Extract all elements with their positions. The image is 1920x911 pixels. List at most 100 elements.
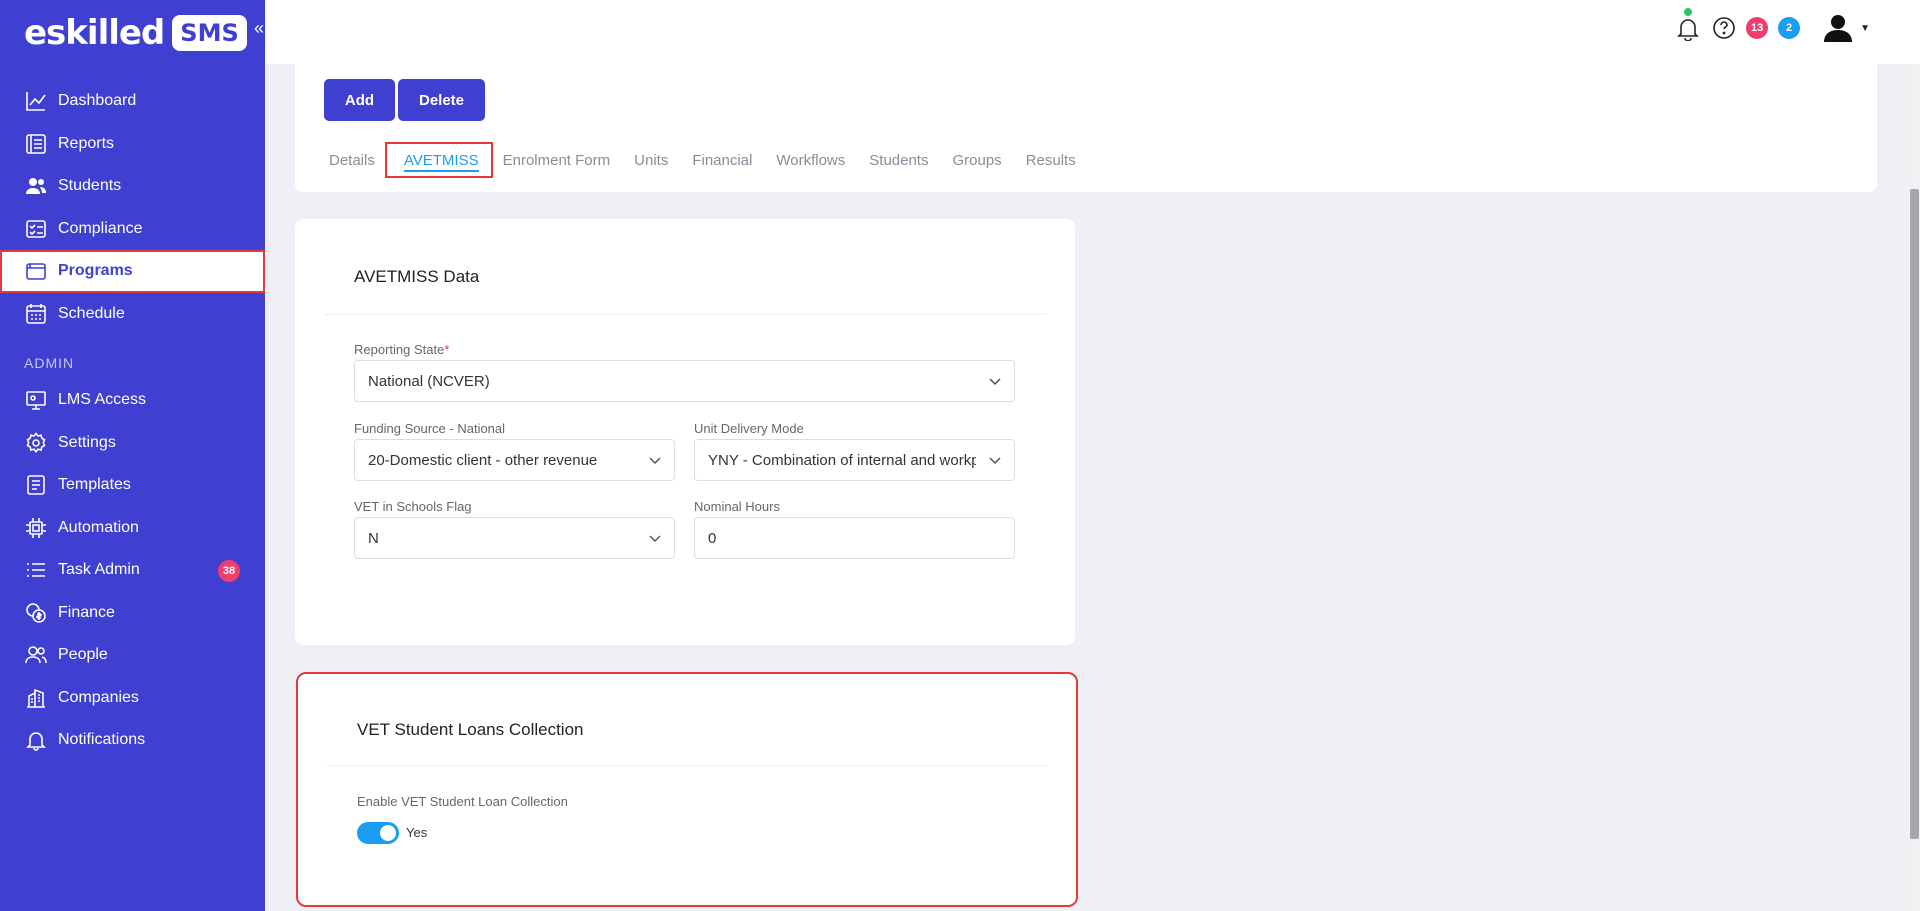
sidebar-item-label: Students [58, 177, 122, 195]
report-icon [24, 132, 48, 156]
required-asterisk: * [444, 342, 450, 357]
user-avatar-icon[interactable] [1822, 12, 1854, 44]
chevron-down-icon [988, 453, 1002, 471]
sidebar-item-label: Settings [58, 433, 116, 451]
sidebar-item-companies[interactable]: Companies [0, 677, 265, 720]
vet-in-schools-select[interactable]: N [354, 517, 675, 559]
sidebar-item-dashboard[interactable]: Dashboard [0, 80, 265, 123]
sidebar-nav: Dashboard Reports Students Compliance Pr… [0, 80, 265, 762]
sidebar-item-label: Task Admin [58, 561, 140, 579]
page-scrollbar-thumb[interactable] [1910, 189, 1919, 839]
tab-details[interactable]: Details [317, 144, 387, 176]
sidebar-item-reports[interactable]: Reports [0, 123, 265, 166]
brand-name: eskilled [24, 13, 165, 53]
user-menu-caret-icon[interactable]: ▼ [1860, 23, 1870, 34]
sidebar-item-schedule[interactable]: Schedule [0, 293, 265, 336]
unit-delivery-mode-label: Unit Delivery Mode [694, 421, 804, 436]
template-icon [24, 473, 48, 497]
building-icon [24, 686, 48, 710]
sidebar-item-lms-access[interactable]: LMS Access [0, 379, 265, 422]
sidebar-item-label: Finance [58, 603, 115, 621]
toggle-knob [380, 825, 396, 841]
top-bar-icons: 13 2 ▼ [1674, 8, 1870, 44]
monitor-user-icon [24, 388, 48, 412]
sidebar-item-label: LMS Access [58, 391, 147, 409]
gear-icon [24, 431, 48, 455]
collapse-sidebar-icon[interactable]: « [254, 18, 264, 39]
calendar-icon [24, 302, 48, 326]
sidebar-item-label: Compliance [58, 219, 143, 237]
sidebar-item-compliance[interactable]: Compliance [0, 208, 265, 251]
vet-in-schools-label: VET in Schools Flag [354, 499, 472, 514]
reporting-state-label: Reporting State* [354, 342, 449, 357]
chart-line-icon [24, 89, 48, 113]
chip-icon [24, 516, 48, 540]
add-button[interactable]: Add [324, 79, 395, 121]
avetmiss-card-title: AVETMISS Data [354, 267, 480, 286]
tab-results[interactable]: Results [1014, 144, 1088, 176]
program-tabs: Details AVETMISS Enrolment Form Units Fi… [317, 142, 1088, 178]
sidebar: eskilled SMS « Dashboard Reports Student… [0, 0, 265, 911]
nominal-hours-value: 0 [708, 529, 717, 547]
chevron-down-icon [648, 531, 662, 549]
sidebar-section-admin: ADMIN [24, 355, 75, 371]
list-icon [24, 558, 48, 582]
sidebar-item-notifications[interactable]: Notifications [0, 719, 265, 762]
notifications-bell-icon[interactable] [1674, 8, 1702, 44]
vet-in-schools-value: N [368, 529, 379, 547]
task-admin-badge: 38 [218, 560, 240, 582]
sidebar-item-students[interactable]: Students [0, 165, 265, 208]
tab-workflows[interactable]: Workflows [764, 144, 857, 176]
sidebar-item-label: Templates [58, 476, 131, 494]
folder-icon [24, 259, 48, 283]
vet-loans-card-title: VET Student Loans Collection [357, 720, 584, 739]
sidebar-item-programs[interactable]: Programs [0, 250, 265, 293]
sidebar-item-people[interactable]: People [0, 634, 265, 677]
sidebar-item-automation[interactable]: Automation [0, 507, 265, 550]
tab-financial[interactable]: Financial [680, 144, 764, 176]
sidebar-item-settings[interactable]: Settings [0, 422, 265, 465]
tab-avetmiss[interactable]: AVETMISS [384, 142, 493, 178]
delete-button[interactable]: Delete [398, 79, 485, 121]
chevron-down-icon [988, 374, 1002, 392]
brand-badge: SMS [172, 15, 247, 51]
sidebar-item-label: Notifications [58, 731, 146, 749]
brand-logo[interactable]: eskilled SMS [24, 12, 247, 54]
blue-count-badge[interactable]: 2 [1778, 17, 1801, 39]
funding-source-select[interactable]: 20-Domestic client - other revenue [354, 439, 675, 481]
coins-icon [24, 601, 48, 625]
top-bar: 13 2 ▼ [265, 0, 1920, 64]
program-header-card: Add Delete Details AVETMISS Enrolment Fo… [295, 64, 1877, 192]
nominal-hours-label: Nominal Hours [694, 499, 780, 514]
reporting-state-value: National (NCVER) [368, 372, 490, 390]
reporting-state-label-text: Reporting State [354, 342, 445, 357]
unit-delivery-mode-select[interactable]: YNY - Combination of internal and workpl… [694, 439, 1015, 481]
funding-source-label: Funding Source - National [354, 421, 506, 436]
funding-source-value: 20-Domestic client - other revenue [368, 451, 598, 469]
vet-student-loans-card: VET Student Loans Collection Enable VET … [296, 672, 1078, 907]
sidebar-item-task-admin[interactable]: Task Admin 38 [0, 549, 265, 592]
enable-vet-loan-toggle[interactable] [357, 822, 399, 844]
sidebar-item-label: Programs [58, 262, 133, 280]
red-count-badge[interactable]: 13 [1746, 17, 1769, 39]
tab-students[interactable]: Students [857, 144, 940, 176]
tab-units[interactable]: Units [622, 144, 680, 176]
sidebar-item-label: Schedule [58, 304, 125, 322]
checklist-icon [24, 217, 48, 241]
sidebar-item-label: Dashboard [58, 92, 137, 110]
bell-icon [24, 728, 48, 752]
tab-groups[interactable]: Groups [940, 144, 1013, 176]
page-scrollbar[interactable] [1909, 64, 1920, 911]
avetmiss-data-card: AVETMISS Data Reporting State* National … [295, 219, 1075, 645]
sidebar-item-finance[interactable]: Finance [0, 592, 265, 635]
tab-enrolment-form[interactable]: Enrolment Form [491, 144, 623, 176]
sidebar-item-label: People [58, 646, 108, 664]
toggle-value-label: Yes [406, 825, 428, 840]
nominal-hours-input[interactable]: 0 [694, 517, 1015, 559]
help-icon[interactable] [1712, 16, 1736, 40]
card-divider [324, 314, 1046, 315]
reporting-state-select[interactable]: National (NCVER) [354, 360, 1015, 402]
sidebar-item-label: Companies [58, 688, 139, 706]
chevron-down-icon [648, 453, 662, 471]
sidebar-item-templates[interactable]: Templates [0, 464, 265, 507]
